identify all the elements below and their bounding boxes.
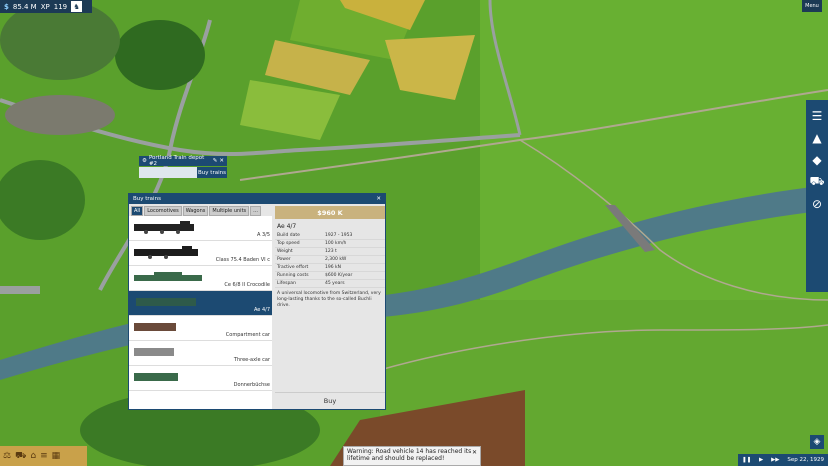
menu-button[interactable]: Menu — [802, 0, 822, 12]
list-item-label: A 3/5 — [256, 232, 270, 238]
game-map[interactable] — [0, 0, 828, 466]
vehicle-list[interactable]: A 3/5 Class 75.4 Baden VI c Ce 6/8 II Cr… — [129, 216, 272, 409]
list-item-label: Ce 6/8 II Crocodile — [224, 282, 270, 288]
vehicle-tabs: All Locomotives Wagons Multiple units ..… — [131, 206, 261, 216]
road-icon[interactable]: ▲ — [809, 130, 825, 146]
xp-label: XP — [40, 2, 50, 11]
buy-button[interactable]: Buy — [275, 392, 385, 409]
tab-locomotives[interactable]: Locomotives — [144, 206, 182, 216]
depot-name: Portland Train depot #2 — [148, 155, 205, 167]
stat-row: Power 2,300 kW — [275, 256, 385, 264]
list-item-label: Compartment car — [225, 332, 270, 338]
pause-icon[interactable]: ❚❚ — [742, 457, 751, 463]
vehicle-name: Ae 4/7 — [277, 223, 297, 230]
money-value: 85.4 M — [12, 2, 37, 11]
list-item-label: Ae 4/7 — [253, 307, 270, 313]
list-item-label: Class 75.4 Baden VI c — [215, 257, 270, 263]
vehicle-price: $960 K — [275, 206, 385, 219]
depot-status-field — [139, 167, 197, 178]
stat-row: Weight 123 t — [275, 248, 385, 256]
list-item[interactable]: Compartment car — [129, 316, 272, 341]
tab-multiple-units[interactable]: Multiple units — [209, 206, 250, 216]
list-item-label: Three-axle car — [233, 357, 270, 363]
hud-bar: $ 85.4 M XP 119 ♞ — [0, 0, 92, 13]
money-bag-icon[interactable]: ⚖ — [3, 451, 11, 461]
depot-label[interactable]: ⚙ Portland Train depot #2 ✎ ✕ — [139, 155, 227, 167]
tab-all[interactable]: All — [131, 206, 144, 216]
window-title: Buy trains — [133, 196, 161, 202]
money-icon: $ — [4, 2, 9, 11]
rail-icon[interactable]: ☰ — [809, 108, 825, 124]
tab-more[interactable]: ... — [250, 206, 261, 216]
award-icon[interactable]: ♞ — [71, 1, 83, 12]
graph-icon[interactable]: ▦ — [52, 451, 61, 461]
buy-trains-window: Buy trains ✕ All Locomotives Wagons Mult… — [128, 193, 386, 410]
notification-text: Warning: Road vehicle 14 has reached its… — [347, 448, 472, 463]
stations-icon[interactable]: ⌂ — [30, 451, 36, 461]
steam-locomotive-icon — [134, 221, 194, 234]
stat-row: Tractive effort 196 kN — [275, 264, 385, 272]
edit-icon[interactable]: ✎ — [213, 158, 218, 164]
stat-row: Lifespan 45 years — [275, 280, 385, 288]
passenger-car-icon — [134, 323, 176, 331]
close-icon[interactable]: ✕ — [219, 158, 224, 164]
fast-forward-icon[interactable]: ▶▶ — [771, 457, 779, 463]
stat-row: Top speed 100 km/h — [275, 240, 385, 248]
notification[interactable]: Warning: Road vehicle 14 has reached its… — [343, 446, 481, 466]
close-icon[interactable]: ✕ — [376, 196, 381, 202]
list-item-label: Donnerbüchse — [233, 382, 270, 388]
game-date: Sep 22, 1929 — [787, 457, 824, 463]
list-item[interactable]: Ce 6/8 II Crocodile — [129, 266, 272, 291]
stat-row: Running costs $600 K/year — [275, 272, 385, 280]
list-item[interactable]: A 3/5 — [129, 216, 272, 241]
lines-icon[interactable]: ≡ — [40, 451, 48, 461]
passenger-car-icon — [134, 348, 174, 356]
depot-actions: Buy trains — [139, 167, 227, 178]
vehicles-icon[interactable]: ⛟ — [15, 451, 26, 462]
list-item[interactable]: Three-axle car — [129, 341, 272, 366]
build-toolbar: ☰ ▲ ◆ ⛟ ⊘ — [806, 100, 828, 292]
time-controls: ❚❚ ▶ ▶▶ Sep 22, 1929 — [738, 454, 828, 466]
passenger-car-icon — [134, 373, 178, 381]
electric-locomotive-icon — [136, 298, 196, 306]
list-item[interactable]: Donnerbüchse — [129, 366, 272, 391]
vehicle-detail-panel: $960 K Ae 4/7 Build date 1927 - 1953 Top … — [275, 206, 385, 409]
layers-icon[interactable]: ◈ — [810, 435, 824, 449]
vehicle-description: A universal locomotive from Switzerland,… — [277, 291, 381, 308]
bottom-tools: ⚖ ⛟ ⌂ ≡ ▦ — [0, 446, 87, 466]
buy-trains-button[interactable]: Buy trains — [197, 167, 227, 178]
play-icon[interactable]: ▶ — [759, 457, 763, 463]
close-icon[interactable]: ✕ — [472, 449, 477, 456]
xp-value: 119 — [53, 2, 68, 11]
terrain-icon[interactable]: ◆ — [809, 152, 825, 168]
window-titlebar[interactable]: Buy trains ✕ — [129, 194, 385, 204]
bulldozer-icon[interactable]: ⊘ — [809, 196, 825, 212]
vehicle-icon[interactable]: ⛟ — [809, 174, 825, 190]
settings-icon[interactable]: ⚙ — [142, 158, 147, 164]
stat-row: Build date 1927 - 1953 — [275, 232, 385, 240]
crocodile-locomotive-icon — [134, 272, 202, 281]
steam-locomotive-icon — [134, 246, 198, 259]
tab-wagons[interactable]: Wagons — [182, 206, 209, 216]
list-item[interactable]: Class 75.4 Baden VI c — [129, 241, 272, 266]
list-item-selected[interactable]: Ae 4/7 — [129, 291, 272, 316]
